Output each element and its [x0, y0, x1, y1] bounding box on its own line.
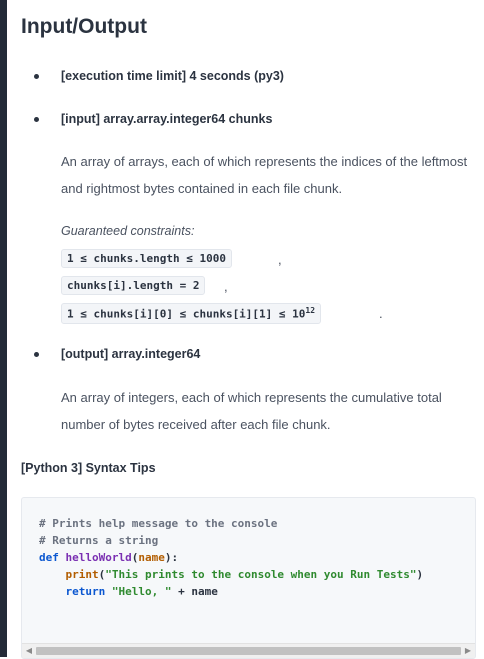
section-title: Input/Output	[21, 15, 147, 38]
scroll-thumb[interactable]	[36, 647, 461, 655]
horizontal-scrollbar[interactable]: ◀ ▶	[22, 643, 475, 658]
constraint-chip: 1 ≤ chunks.length ≤ 1000	[61, 249, 232, 268]
output-label: [output] array.integer64	[61, 347, 201, 361]
code-keyword: return	[65, 585, 106, 598]
constraint-3-exponent: 12	[305, 306, 316, 315]
code-function-name: helloWorld	[65, 551, 132, 564]
constraint-3-base: 1 ≤ chunks[i][0] ≤ chunks[i][1] ≤ 10	[67, 307, 306, 321]
syntax-tips-title: [Python 3] Syntax Tips	[21, 461, 156, 475]
left-accent-bar	[0, 0, 7, 657]
constraint-separator: ,	[224, 279, 228, 294]
constraint-separator: ,	[278, 252, 282, 267]
exec-limit-text: [execution time limit] 4 seconds (py3)	[61, 69, 284, 83]
code-keyword: def	[39, 551, 59, 564]
code-expression: + name	[171, 585, 218, 598]
constraints-title: Guaranteed constraints:	[61, 224, 195, 238]
code-builtin: print	[65, 568, 99, 581]
code-string: "Hello, "	[111, 585, 172, 598]
bullet-icon	[34, 74, 39, 79]
bullet-icon	[34, 117, 39, 122]
scroll-right-icon[interactable]: ▶	[463, 646, 473, 655]
code-block[interactable]: # Prints help message to the console # R…	[21, 497, 476, 659]
scroll-left-icon[interactable]: ◀	[24, 646, 34, 655]
code-string: "This prints to the console when you Run…	[105, 568, 417, 581]
code-lines: # Prints help message to the console # R…	[39, 517, 424, 598]
code-comment: # Prints help message to the console	[39, 517, 278, 530]
code-comment: # Returns a string	[39, 534, 159, 547]
input-description: An array of arrays, each of which repres…	[61, 154, 468, 196]
input-label: [input] array.array.integer64 chunks	[61, 112, 273, 126]
constraint-chip: chunks[i].length = 2	[61, 276, 206, 295]
bullet-icon	[34, 352, 39, 357]
constraint-separator: .	[379, 306, 383, 321]
code-argument: name	[138, 551, 165, 564]
constraint-chip: 1 ≤ chunks[i][0] ≤ chunks[i][1] ≤ 1012	[61, 303, 322, 324]
output-description: An array of integers, each of which repr…	[61, 390, 442, 432]
